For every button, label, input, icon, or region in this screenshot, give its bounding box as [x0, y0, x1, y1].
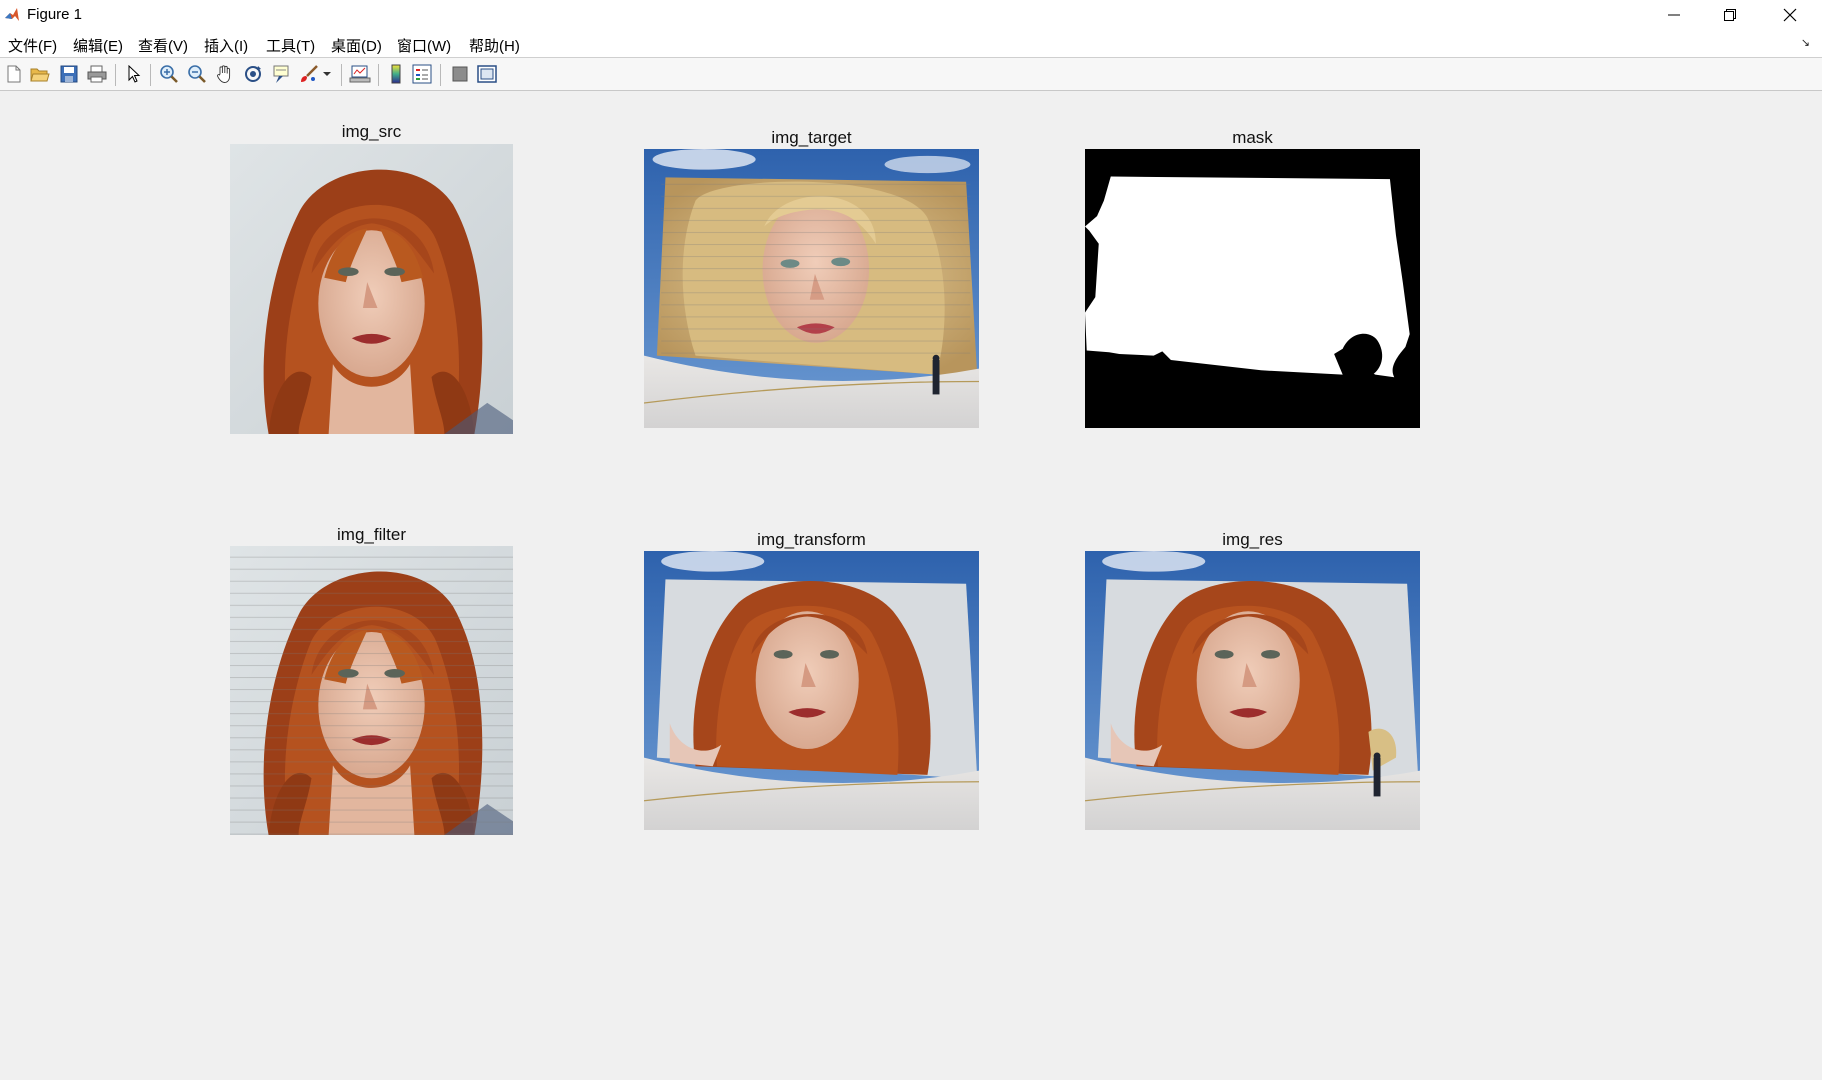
image-mask[interactable]: [1085, 149, 1420, 428]
data-cursor-button[interactable]: [270, 64, 292, 84]
menu-view[interactable]: 查看(V): [138, 35, 188, 56]
data-cursor-icon: [273, 65, 289, 83]
show-plot-tools-icon: [477, 65, 497, 83]
pan-button[interactable]: [214, 64, 236, 84]
axes-title-img-target: img_target: [771, 128, 852, 147]
axes-title-mask: mask: [1232, 128, 1273, 147]
pointer-icon: [128, 65, 141, 83]
minimize-button[interactable]: [1645, 0, 1703, 30]
dropdown-arrow-icon: [323, 72, 331, 76]
window-title: Figure 1: [27, 6, 83, 23]
toolbar-separator: [150, 64, 151, 86]
image-img-target[interactable]: [644, 149, 979, 428]
toolbar-separator: [341, 64, 342, 86]
brush-dropdown-button[interactable]: [321, 64, 333, 84]
close-icon: [1783, 8, 1797, 22]
menu-desktop[interactable]: 桌面(D): [331, 35, 382, 56]
save-icon: [60, 65, 78, 83]
brush-button[interactable]: [298, 64, 320, 84]
menu-bar: 文件(F) 编辑(E) 查看(V) 插入(I) 工具(T) 桌面(D) 窗口(W…: [0, 30, 1822, 57]
image-img-res[interactable]: [1085, 551, 1420, 830]
axes-title-img-filter: img_filter: [337, 525, 406, 544]
axes-title-img-res: img_res: [1222, 530, 1283, 549]
menu-tools[interactable]: 工具(T): [266, 35, 315, 56]
toolbar-separator: [115, 64, 116, 86]
axes-title-img-src: img_src: [341, 122, 402, 141]
print-button[interactable]: [86, 64, 108, 84]
image-img-src[interactable]: [230, 144, 513, 434]
colorbar-icon: [391, 64, 401, 84]
pan-hand-icon: [217, 65, 231, 83]
transformed-portrait-image: [644, 551, 979, 830]
billboard-blonde-image: [644, 149, 979, 428]
zoom-in-icon: [160, 65, 178, 83]
image-img-transform[interactable]: [644, 551, 979, 830]
link-plot-icon: [349, 65, 371, 83]
menu-window[interactable]: 窗口(W): [397, 35, 451, 56]
pointer-button[interactable]: [123, 64, 145, 84]
red-hair-portrait-image: [230, 144, 513, 434]
open-file-button[interactable]: [29, 64, 51, 84]
link-plot-button[interactable]: [349, 64, 371, 84]
figure-toolbar: [0, 58, 1822, 91]
menu-edit[interactable]: 编辑(E): [73, 35, 123, 56]
new-figure-button[interactable]: [3, 64, 25, 84]
menu-file[interactable]: 文件(F): [8, 35, 57, 56]
menu-insert[interactable]: 插入(I): [204, 35, 248, 56]
close-button[interactable]: [1761, 0, 1819, 30]
show-plot-tools-button[interactable]: [476, 64, 498, 84]
hide-plot-tools-button[interactable]: [449, 64, 471, 84]
hide-plot-tools-icon: [452, 66, 468, 82]
zoom-out-button[interactable]: [186, 64, 208, 84]
zoom-in-button[interactable]: [158, 64, 180, 84]
mask-image: [1085, 149, 1420, 428]
image-img-filter[interactable]: [230, 546, 513, 835]
axes-title-img-transform: img_transform: [757, 530, 866, 549]
minimize-icon: [1668, 14, 1680, 16]
save-button[interactable]: [58, 64, 80, 84]
insert-colorbar-button[interactable]: [385, 64, 407, 84]
print-icon: [87, 65, 107, 83]
matlab-logo-icon: [5, 8, 19, 21]
open-file-icon: [30, 68, 50, 82]
window-title-bar: Figure 1: [0, 0, 1822, 30]
toolbar-separator: [440, 64, 441, 86]
filtered-portrait-image: [230, 546, 513, 835]
result-composite-image: [1085, 551, 1420, 830]
restore-button[interactable]: [1701, 0, 1759, 30]
new-figure-icon: [7, 65, 21, 83]
rotate-3d-button[interactable]: [242, 64, 264, 84]
insert-legend-button[interactable]: [411, 64, 433, 84]
brush-icon: [301, 65, 318, 82]
zoom-out-icon: [188, 65, 206, 83]
restore-icon: [1724, 9, 1736, 21]
legend-icon: [412, 64, 432, 84]
dock-arrow-icon[interactable]: ↘: [1801, 36, 1810, 49]
menu-help[interactable]: 帮助(H): [469, 35, 520, 56]
toolbar-separator: [378, 64, 379, 86]
rotate-3d-icon: [245, 66, 261, 82]
